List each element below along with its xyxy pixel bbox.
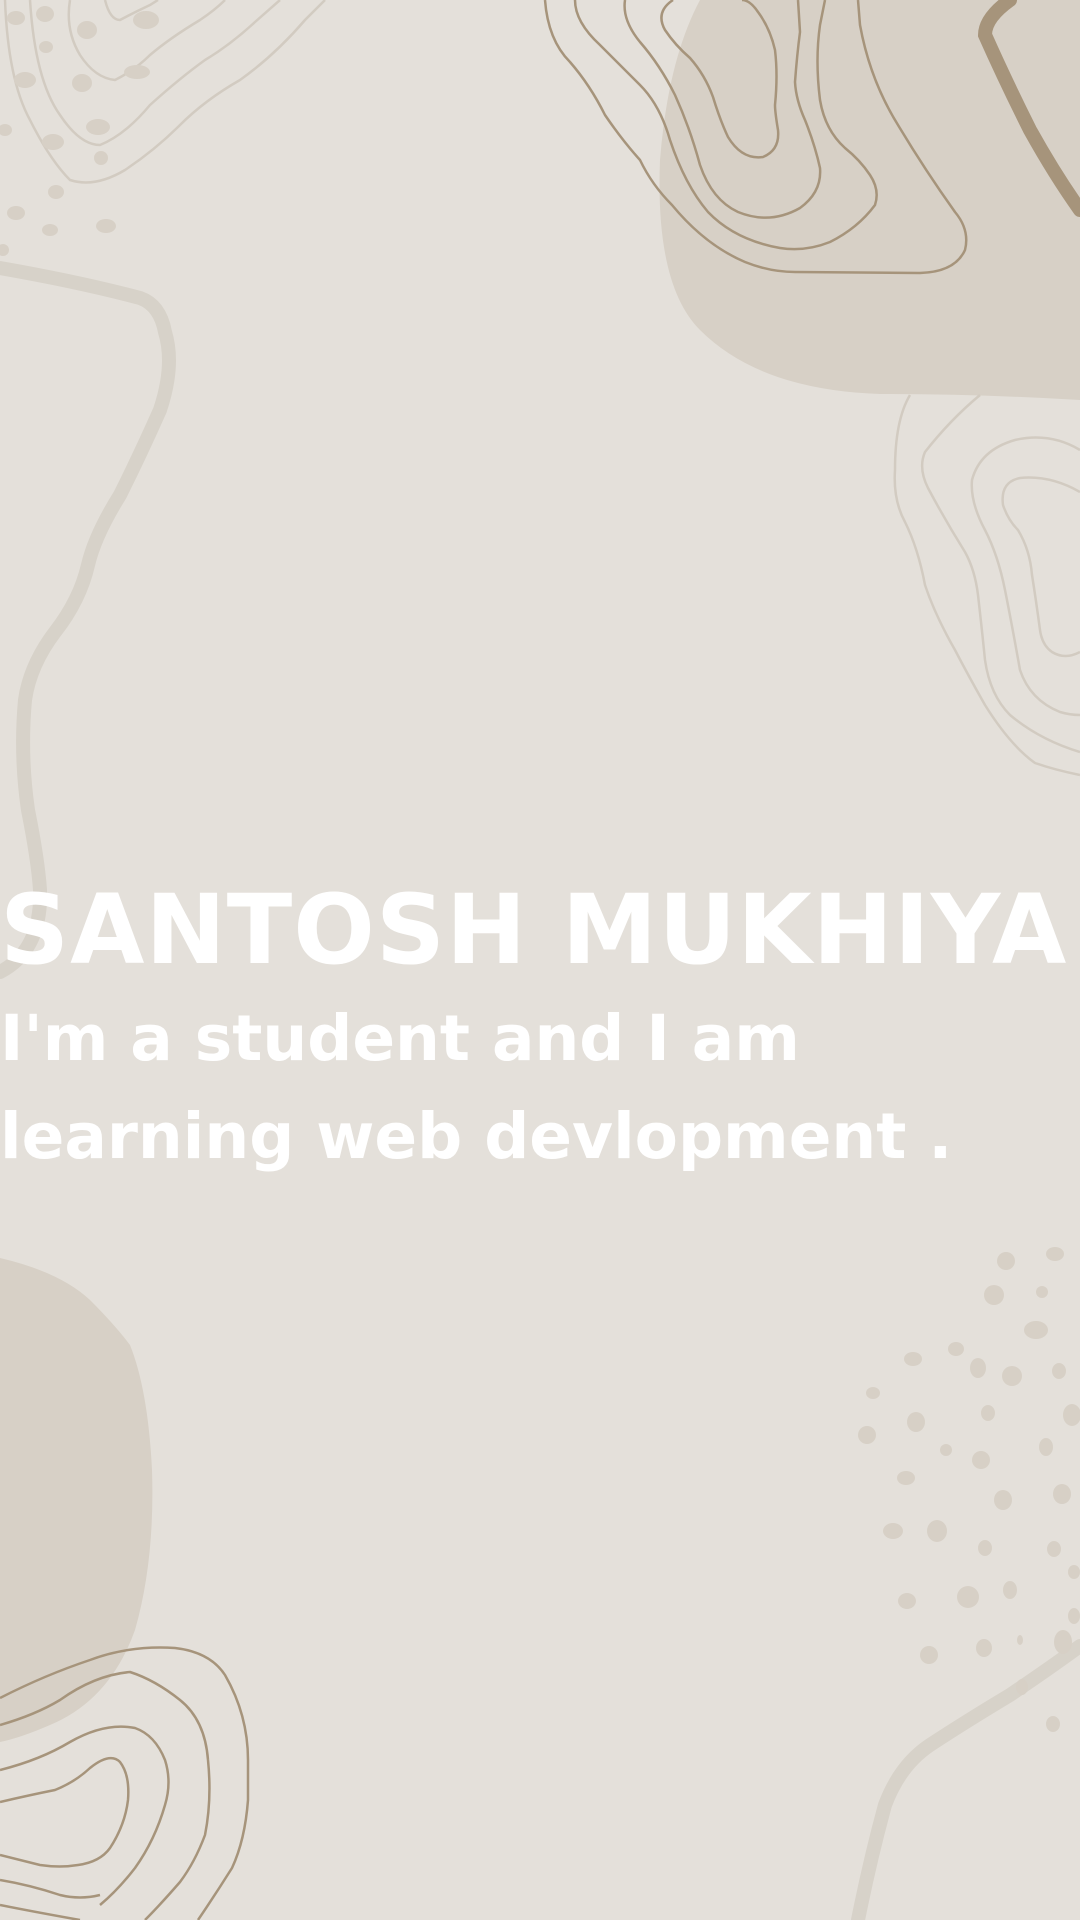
bottom-right-band-shape [851,1639,1080,1920]
bottom-right-dots-pattern [858,1247,1080,1732]
top-left-contour-lines-graphic [3,0,326,184]
right-contour-lines-graphic [893,394,1080,777]
left-wavy-band-shape [0,261,176,979]
hero-section: SANTOSH MUKHIYA I'm a student and I am l… [0,880,1080,1186]
bottom-left-blob-shape [0,1258,153,1742]
top-left-dots-pattern [0,6,159,256]
hero-tagline-text: I'm a student and I am learning web devl… [0,1002,953,1173]
hero-name-heading: SANTOSH MUKHIYA [0,874,1068,986]
